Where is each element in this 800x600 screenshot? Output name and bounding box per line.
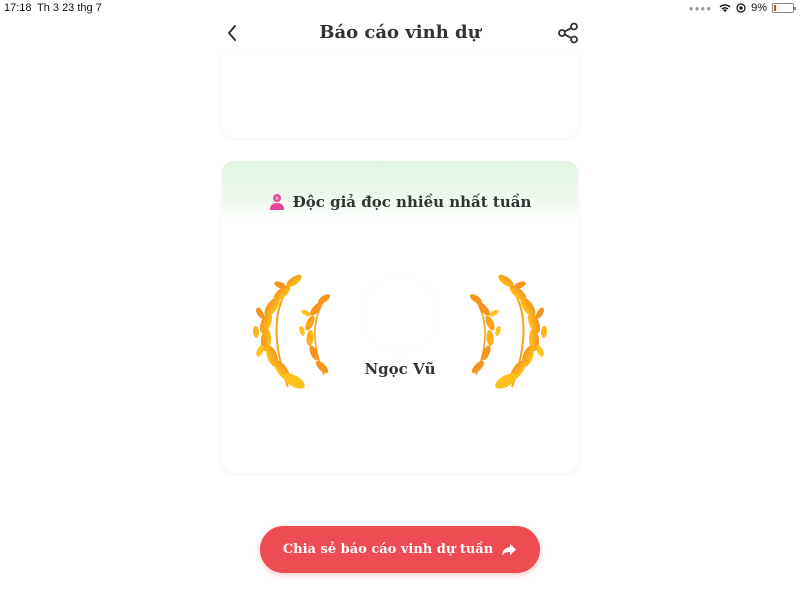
orientation-lock-icon (736, 3, 746, 13)
card-heading: Độc giả đọc nhiều nhất tuần (222, 193, 578, 211)
battery-icon (772, 3, 796, 13)
status-right: ●●●● 9% (688, 2, 796, 14)
share-report-label: Chia sẻ báo cáo vinh dự tuần (282, 542, 494, 557)
card-heading-text: Độc giả đọc nhiều nhất tuần (292, 193, 532, 211)
share-report-button[interactable]: Chia sẻ báo cáo vinh dự tuần (260, 526, 540, 573)
status-time: 17:18 (4, 2, 32, 14)
battery-percent: 9% (751, 2, 767, 14)
signal-dots-icon: ●●●● (688, 3, 713, 13)
share-icon (558, 22, 578, 44)
previous-report-card (222, 52, 578, 138)
reader-name: Ngọc Vũ (364, 360, 436, 378)
forward-arrow-icon (502, 543, 517, 556)
user-icon (269, 194, 284, 210)
page-title: Báo cáo vinh dự (319, 22, 481, 43)
share-button[interactable] (555, 20, 581, 46)
card-header-background (222, 161, 578, 221)
status-date: Th 3 23 thg 7 (37, 2, 102, 14)
top-reader-card: Độc giả đọc nhiều nhất tuần Ngọc Vũ (222, 161, 578, 473)
avatar[interactable] (362, 276, 438, 352)
wifi-icon (719, 4, 731, 12)
header: Báo cáo vinh dự (0, 16, 800, 50)
